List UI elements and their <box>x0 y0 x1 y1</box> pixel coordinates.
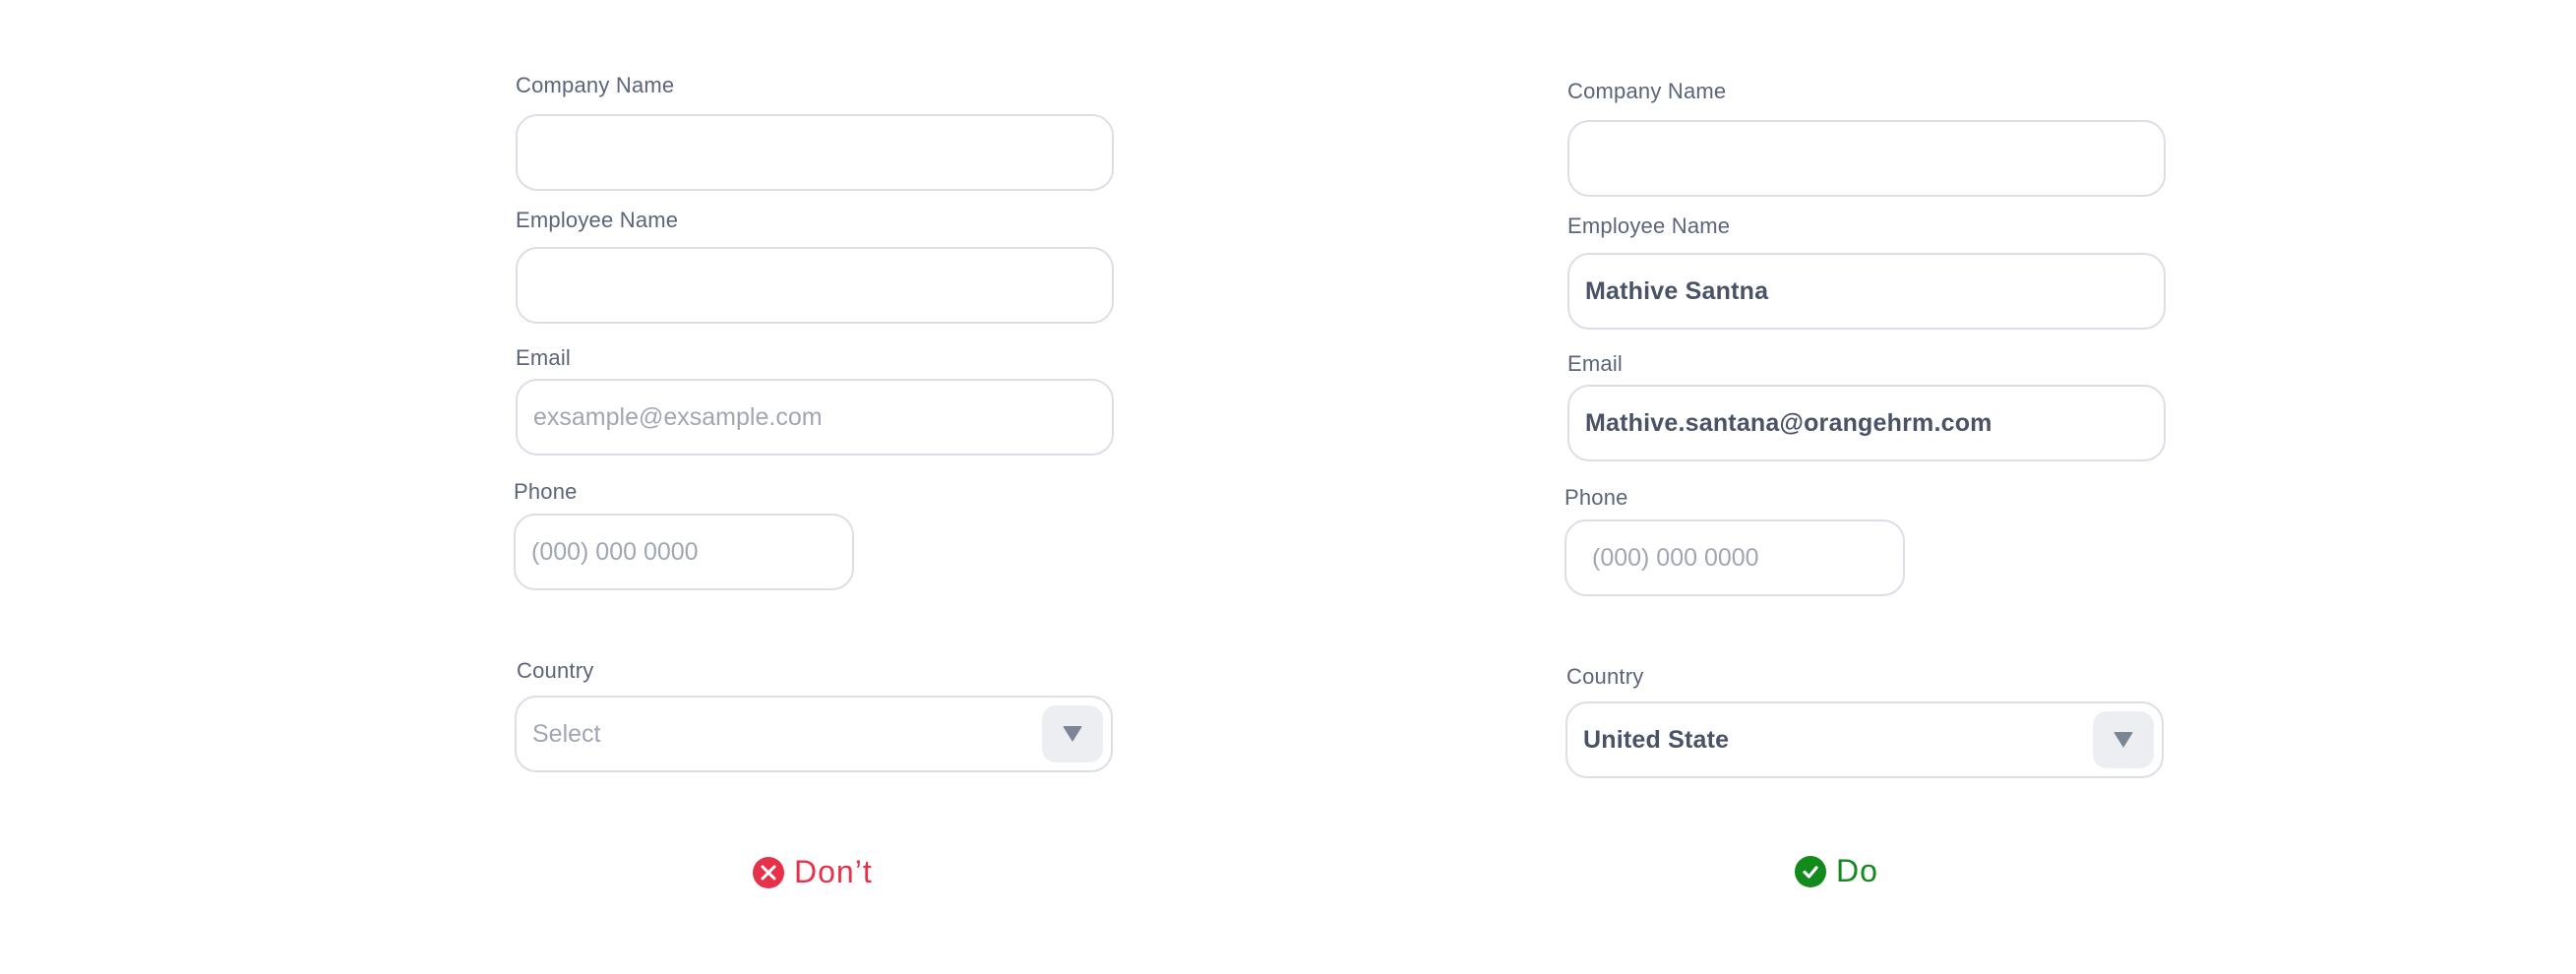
phone-input[interactable]: (000) 000 0000 <box>1564 519 1905 596</box>
email-placeholder: exsample@exsample.com <box>533 402 823 431</box>
phone-input[interactable]: (000) 000 0000 <box>514 514 854 590</box>
country-label: Country <box>517 658 594 683</box>
phone-placeholder: (000) 000 0000 <box>531 537 699 566</box>
country-select[interactable]: Select <box>515 696 1113 772</box>
email-input[interactable]: exsample@exsample.com <box>516 379 1114 456</box>
x-circle-icon <box>753 856 784 888</box>
country-label: Country <box>1566 664 1644 689</box>
dont-verdict-label: Don’t <box>794 854 873 889</box>
employee-name-input[interactable] <box>516 247 1114 324</box>
email-value: Mathive.santana@orangehrm.com <box>1585 408 1993 437</box>
employee-name-input[interactable]: Mathive Santna <box>1567 253 2166 330</box>
phone-label: Phone <box>514 479 578 504</box>
check-circle-icon <box>1795 855 1826 887</box>
country-value: United State <box>1583 725 1730 754</box>
phone-placeholder: (000) 000 0000 <box>1592 543 1759 572</box>
country-placeholder: Select <box>532 719 601 748</box>
employee-name-label: Employee Name <box>1567 213 1731 238</box>
email-label: Email <box>1567 351 1624 376</box>
email-input[interactable]: Mathive.santana@orangehrm.com <box>1567 385 2166 461</box>
phone-label: Phone <box>1564 485 1628 510</box>
country-select[interactable]: United State <box>1565 701 2164 778</box>
chevron-down-icon <box>1063 726 1082 742</box>
dont-verdict: Don’t <box>753 854 873 890</box>
country-dropdown-toggle[interactable] <box>1042 705 1103 762</box>
dont-example-form: Company Name Employee Name Email exsampl… <box>514 0 1126 974</box>
employee-name-label: Employee Name <box>516 208 679 232</box>
do-verdict-label: Do <box>1836 853 1878 888</box>
country-dropdown-toggle[interactable] <box>2093 711 2154 768</box>
company-name-label: Company Name <box>1567 79 1727 103</box>
chevron-down-icon <box>2114 732 2133 748</box>
company-name-input[interactable] <box>516 114 1114 191</box>
employee-name-value: Mathive Santna <box>1585 276 1769 305</box>
company-name-label: Company Name <box>516 73 675 97</box>
do-example-form: Company Name Employee Name Mathive Santn… <box>1564 0 2175 974</box>
company-name-input[interactable] <box>1567 120 2166 197</box>
do-verdict: Do <box>1795 853 1878 889</box>
email-label: Email <box>516 345 572 370</box>
